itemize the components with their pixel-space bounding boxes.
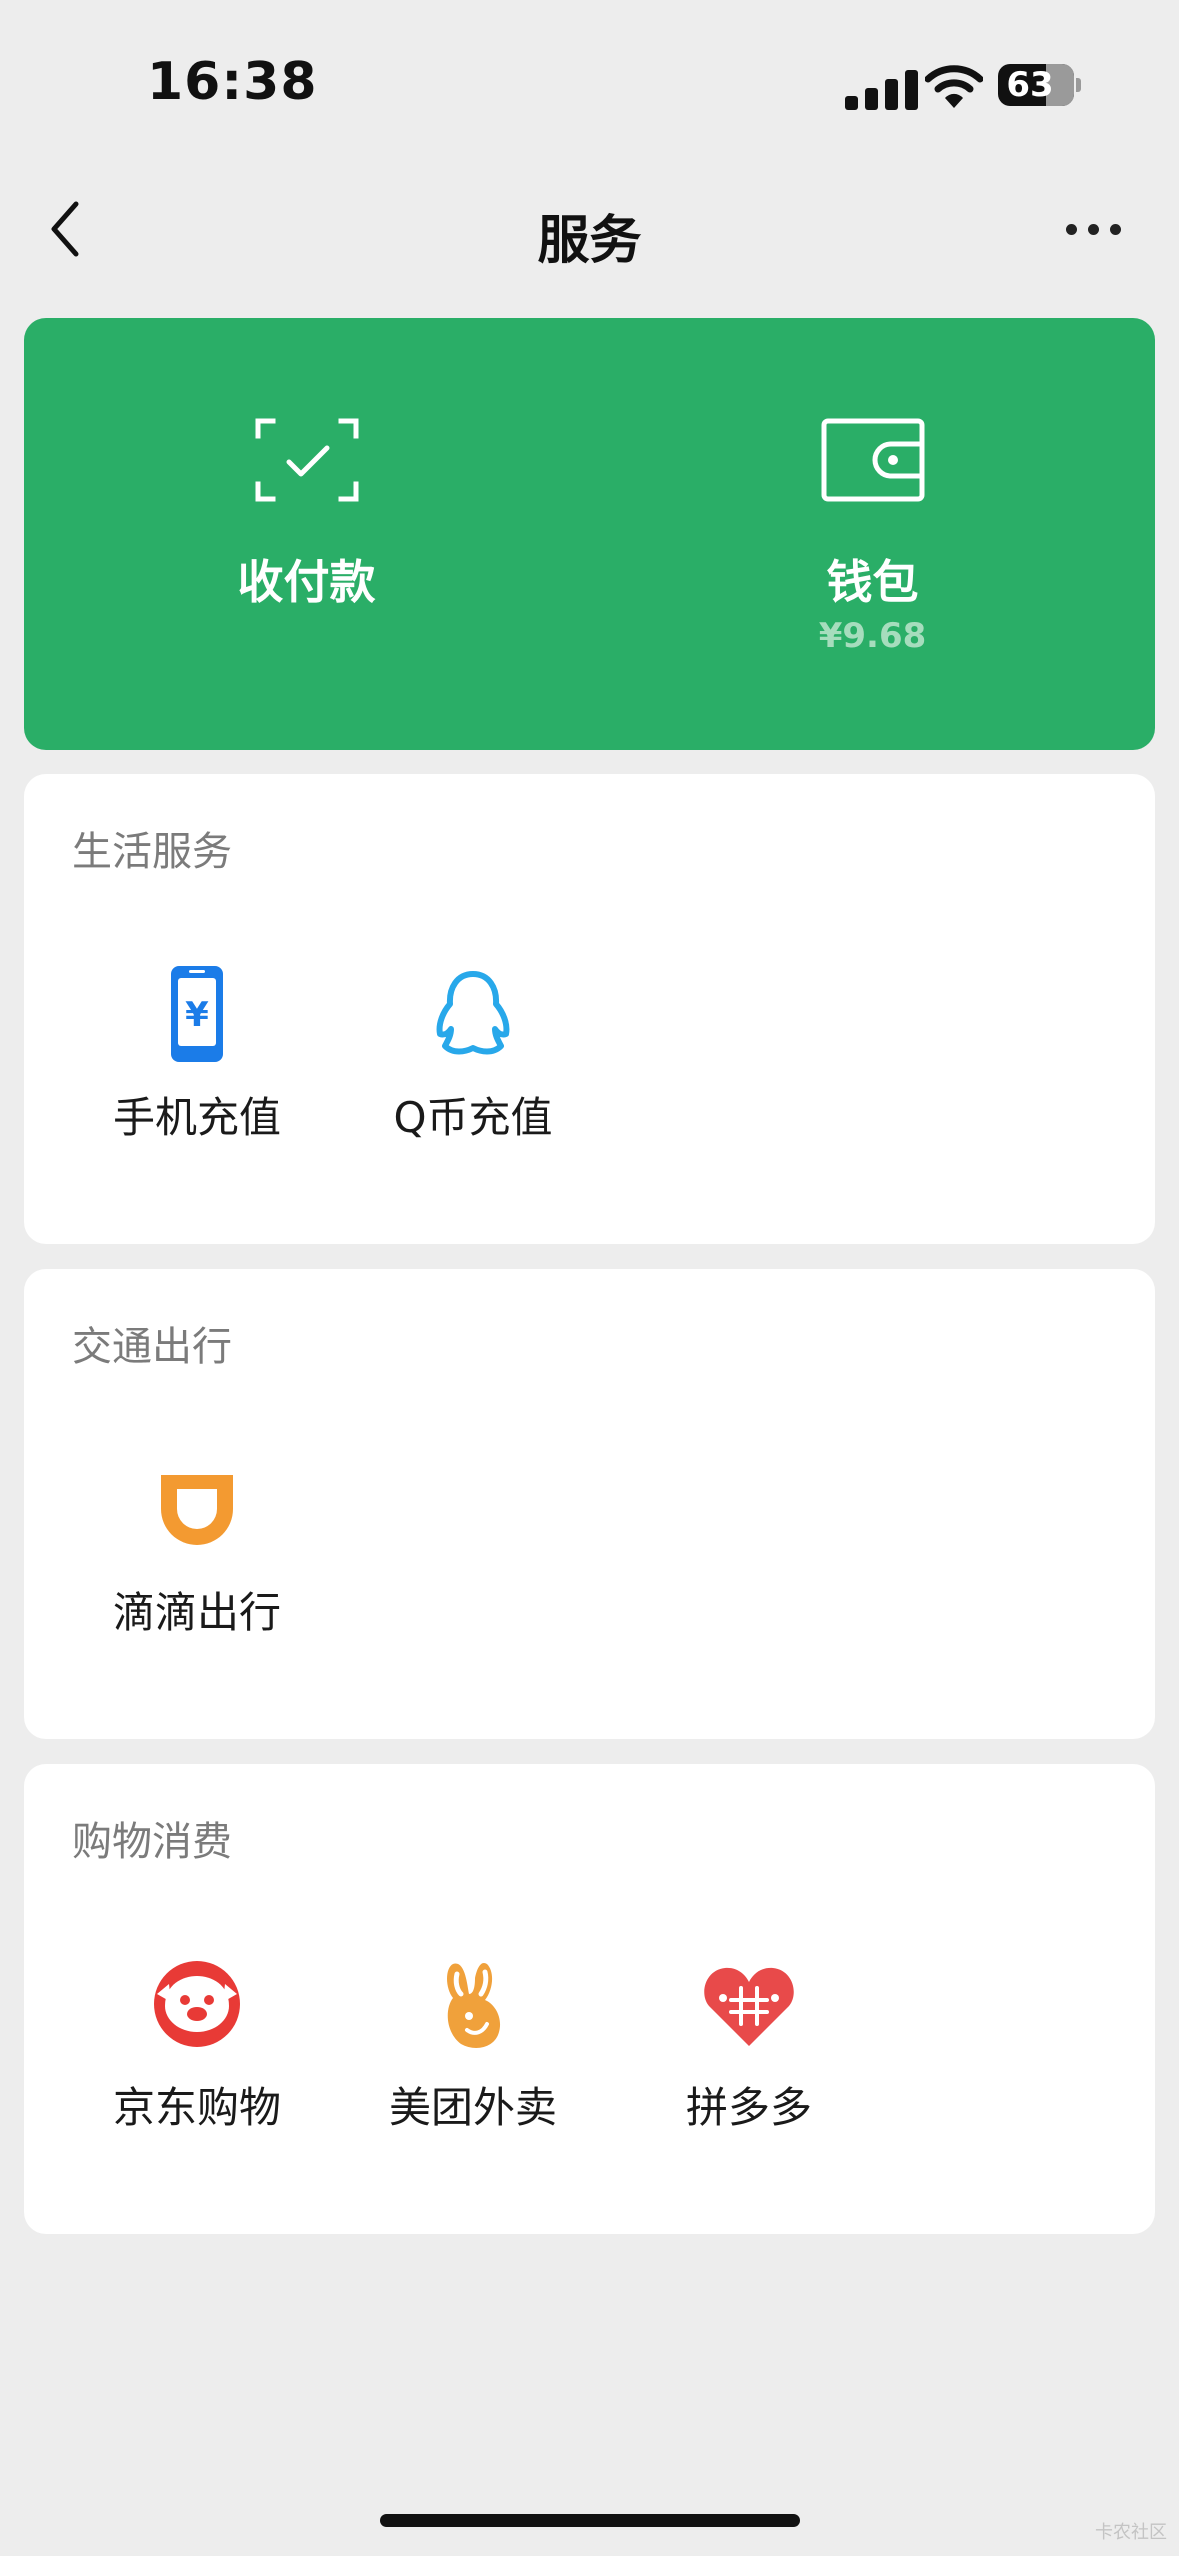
section-shopping: 购物消费 京东购物 美团外卖 拼多多: [24, 1764, 1155, 2234]
section-title: 交通出行: [72, 1324, 232, 1370]
service-pinduoduo[interactable]: 拼多多: [638, 1954, 860, 2154]
status-time: 16:38: [147, 52, 318, 112]
pay-label: 收付款: [237, 555, 376, 609]
more-options-icon[interactable]: [1066, 224, 1122, 236]
jd-icon: [154, 1961, 240, 2047]
service-label: 京东购物: [112, 2083, 281, 2132]
page-title: 服务: [537, 211, 642, 271]
wallet-label: 钱包: [826, 555, 919, 609]
wallet-balance: ¥9.68: [818, 616, 927, 656]
scan-check-icon: [255, 418, 358, 502]
wallet-icon: [821, 418, 924, 502]
service-label: 美团外卖: [388, 2083, 557, 2132]
cellular-signal-icon: [845, 68, 919, 110]
navigation-bar: 服务: [0, 180, 1179, 280]
service-didi[interactable]: 滴滴出行: [86, 1459, 308, 1659]
svg-text:¥: ¥: [185, 995, 209, 1035]
home-indicator[interactable]: [380, 2514, 800, 2527]
service-meituan[interactable]: 美团外卖: [362, 1954, 584, 2154]
wallet-button[interactable]: 钱包 ¥9.68: [590, 318, 1155, 750]
service-label: Q币充值: [393, 1093, 553, 1142]
qq-penguin-icon: [436, 971, 510, 1055]
watermark: 卡农社区: [1095, 2522, 1167, 2543]
status-bar: 16:38 63: [0, 0, 1179, 160]
service-label: 滴滴出行: [112, 1588, 281, 1637]
section-transport: 交通出行 滴滴出行: [24, 1269, 1155, 1739]
battery-percent: 63: [1006, 65, 1054, 105]
battery-icon: 63: [998, 64, 1081, 108]
didi-icon: [161, 1475, 233, 1545]
section-title: 生活服务: [72, 829, 232, 875]
section-title: 购物消费: [72, 1819, 232, 1865]
service-label: 拼多多: [685, 2083, 812, 2132]
service-mobile-recharge[interactable]: ¥ 手机充值: [86, 964, 308, 1164]
service-label: 手机充值: [112, 1093, 281, 1142]
meituan-rabbit-icon: [447, 1962, 501, 2048]
wifi-icon: [925, 65, 983, 108]
pay-receive-button[interactable]: 收付款: [24, 318, 589, 750]
payment-card: 收付款 钱包 ¥9.68: [24, 318, 1155, 750]
section-life-services: 生活服务 ¥ 手机充值 Q币充值: [24, 774, 1155, 1244]
pinduoduo-heart-icon: [704, 1967, 794, 2046]
service-qcoin-recharge[interactable]: Q币充值: [362, 964, 584, 1164]
service-jd[interactable]: 京东购物: [86, 1954, 308, 2154]
phone-recharge-icon: ¥: [171, 966, 223, 1062]
